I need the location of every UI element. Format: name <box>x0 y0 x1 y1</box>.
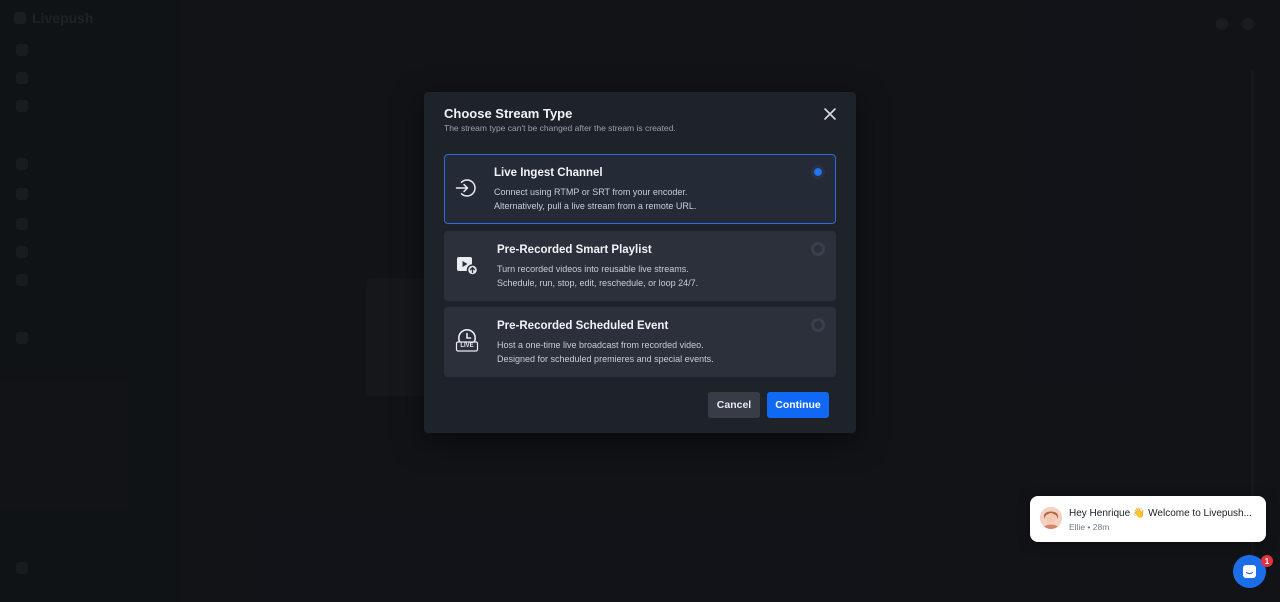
live-label: LIVE <box>460 343 474 349</box>
option-pre-recorded-smart-playlist[interactable]: Pre-Recorded Smart Playlist Turn recorde… <box>444 231 836 301</box>
continue-button[interactable]: Continue <box>767 392 829 418</box>
dialog-title: Choose Stream Type <box>444 106 573 121</box>
chat-message-preview[interactable]: Hey Henrique 👋 Welcome to Livepush... El… <box>1030 496 1266 542</box>
option-description-line: Schedule, run, stop, edit, reschedule, o… <box>497 278 699 288</box>
app-root: Livepush Choose Stream Type The stream t… <box>0 0 1280 602</box>
option-radio[interactable] <box>811 318 825 332</box>
dialog-subtitle: The stream type can't be changed after t… <box>444 123 676 133</box>
option-description: Connect using RTMP or SRT from your enco… <box>494 185 696 213</box>
option-live-ingest-channel[interactable]: Live Ingest Channel Connect using RTMP o… <box>444 154 836 224</box>
video-playlist-icon <box>455 253 479 277</box>
chat-message-text: Hey Henrique 👋 Welcome to Livepush... <box>1069 508 1252 519</box>
live-clock-icon: LIVE <box>455 328 479 352</box>
chat-message-meta: Ellie • 28m <box>1069 522 1110 532</box>
option-description-line: Host a one-time live broadcast from reco… <box>497 340 704 350</box>
option-radio[interactable] <box>811 165 825 179</box>
option-description-line: Designed for scheduled premieres and spe… <box>497 354 714 364</box>
option-description-line: Turn recorded videos into reusable live … <box>497 264 689 274</box>
cancel-button[interactable]: Cancel <box>708 392 760 418</box>
option-description-line: Connect using RTMP or SRT from your enco… <box>494 187 688 197</box>
option-description: Turn recorded videos into reusable live … <box>497 262 698 290</box>
unread-badge: 1 <box>1261 555 1273 567</box>
option-description: Host a one-time live broadcast from reco… <box>497 338 714 366</box>
login-arrow-icon <box>453 176 477 200</box>
option-pre-recorded-scheduled-event[interactable]: LIVE Pre-Recorded Scheduled Event Host a… <box>444 307 836 377</box>
avatar <box>1040 507 1062 529</box>
option-title: Pre-Recorded Smart Playlist <box>497 244 652 256</box>
option-title: Live Ingest Channel <box>494 167 603 179</box>
option-description-line: Alternatively, pull a live stream from a… <box>494 201 697 211</box>
option-title: Pre-Recorded Scheduled Event <box>497 320 669 332</box>
option-radio[interactable] <box>811 242 825 256</box>
close-button[interactable] <box>822 106 838 122</box>
close-icon <box>824 108 836 120</box>
choose-stream-type-dialog: Choose Stream Type The stream type can't… <box>424 92 856 433</box>
